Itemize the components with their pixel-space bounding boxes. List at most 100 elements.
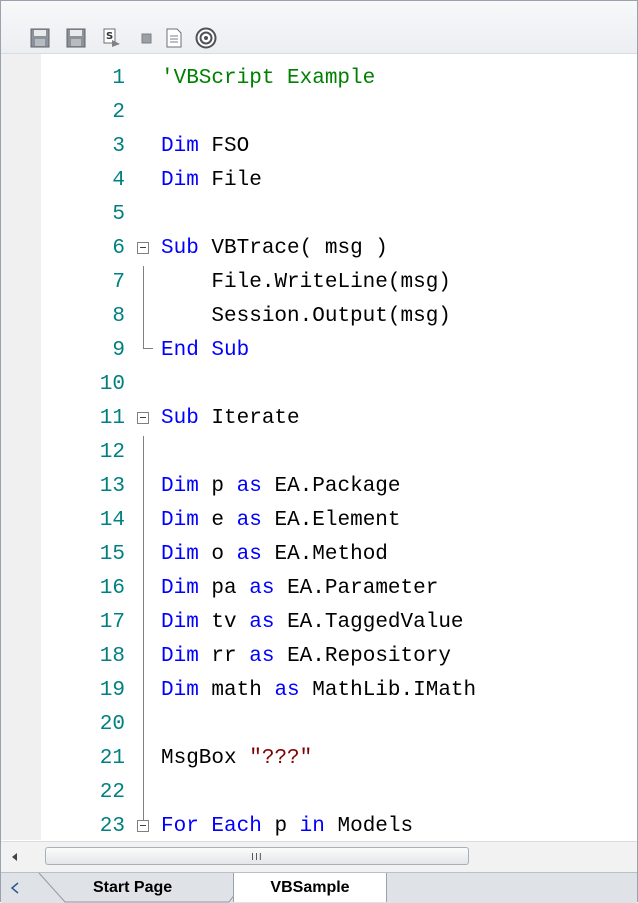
line-number: 10 xyxy=(99,373,125,396)
fold-guide xyxy=(143,538,144,572)
code-line[interactable]: 21 MsgBox "???" xyxy=(1,742,637,776)
code-text: Dim File xyxy=(161,169,262,192)
scroll-left-icon[interactable] xyxy=(5,848,25,866)
line-number: 7 xyxy=(112,271,125,294)
code-line[interactable]: 12 xyxy=(1,436,637,470)
tab-scroll-left-icon[interactable] xyxy=(7,880,23,896)
script-editor-window: S 1 'VBScript Example 2 3 Dim FSO 4 Dim … xyxy=(0,0,638,903)
line-number: 23 xyxy=(99,815,125,838)
code-text: MsgBox "???" xyxy=(161,747,313,770)
fold-guide xyxy=(143,300,144,334)
code-line[interactable]: 23 For Each p in Models xyxy=(1,810,637,840)
code-text: File.WriteLine(msg) xyxy=(211,271,451,294)
line-number: 11 xyxy=(99,407,125,430)
code-text: Dim pa as EA.Parameter xyxy=(161,577,439,600)
fold-guide xyxy=(143,810,144,820)
fold-guide xyxy=(143,640,144,674)
code-text: Sub VBTrace( msg ) xyxy=(161,237,388,260)
fold-guide xyxy=(143,606,144,640)
code-text: Session.Output(msg) xyxy=(211,305,451,328)
line-number: 12 xyxy=(99,441,125,464)
line-number: 4 xyxy=(112,169,125,192)
code-line[interactable]: 17 Dim tv as EA.TaggedValue xyxy=(1,606,637,640)
code-line[interactable]: 11 Sub Iterate xyxy=(1,402,637,436)
code-line[interactable]: 15 Dim o as EA.Method xyxy=(1,538,637,572)
code-text: 'VBScript Example xyxy=(161,67,376,90)
line-number: 5 xyxy=(112,203,125,226)
code-line[interactable]: 6 Sub VBTrace( msg ) xyxy=(1,232,637,266)
stop-icon[interactable] xyxy=(135,27,157,49)
fold-guide xyxy=(143,334,144,348)
code-text: For Each p in Models xyxy=(161,815,414,838)
code-line[interactable]: 22 xyxy=(1,776,637,810)
document-tab-bar: Start Page VBSample xyxy=(1,872,637,903)
code-text: Dim tv as EA.TaggedValue xyxy=(161,611,464,634)
line-number: 14 xyxy=(99,509,125,532)
fold-guide xyxy=(143,708,144,742)
code-line[interactable]: 5 xyxy=(1,198,637,232)
horizontal-scrollbar[interactable]: III xyxy=(1,841,637,872)
code-line[interactable]: 1 'VBScript Example xyxy=(1,62,637,96)
code-text: Dim e as EA.Element xyxy=(161,509,401,532)
line-number: 13 xyxy=(99,475,125,498)
fold-toggle-icon[interactable] xyxy=(137,820,149,832)
code-editor[interactable]: 1 'VBScript Example 2 3 Dim FSO 4 Dim Fi… xyxy=(1,54,637,840)
line-number: 21 xyxy=(99,747,125,770)
scrollbar-thumb[interactable]: III xyxy=(45,847,469,865)
code-line[interactable]: 7 File.WriteLine(msg) xyxy=(1,266,637,300)
fold-toggle-icon[interactable] xyxy=(137,242,149,254)
fold-guide-end xyxy=(143,348,153,349)
line-number: 18 xyxy=(99,645,125,668)
line-number: 19 xyxy=(99,679,125,702)
code-line[interactable]: 16 Dim pa as EA.Parameter xyxy=(1,572,637,606)
code-text: Sub Iterate xyxy=(161,407,300,430)
code-line[interactable]: 8 Session.Output(msg) xyxy=(1,300,637,334)
line-number: 1 xyxy=(112,67,125,90)
line-number: 3 xyxy=(112,135,125,158)
code-line[interactable]: 2 xyxy=(1,96,637,130)
fold-guide xyxy=(143,742,144,776)
document-icon[interactable] xyxy=(163,27,185,49)
code-line[interactable]: 14 Dim e as EA.Element xyxy=(1,504,637,538)
tab-vbsample[interactable]: VBSample xyxy=(233,873,387,902)
line-number: 2 xyxy=(112,101,125,124)
code-text: Dim rr as EA.Repository xyxy=(161,645,451,668)
code-line[interactable]: 18 Dim rr as EA.Repository xyxy=(1,640,637,674)
code-text: Dim p as EA.Package xyxy=(161,475,401,498)
code-lines: 1 'VBScript Example 2 3 Dim FSO 4 Dim Fi… xyxy=(1,62,637,840)
tab-start-page[interactable]: Start Page xyxy=(38,873,249,903)
fold-guide xyxy=(143,776,144,810)
line-number: 9 xyxy=(112,339,125,362)
line-number: 15 xyxy=(99,543,125,566)
fold-guide xyxy=(143,572,144,606)
save-as-icon[interactable] xyxy=(65,27,87,49)
code-text: Dim o as EA.Method xyxy=(161,543,388,566)
code-line[interactable]: 20 xyxy=(1,708,637,742)
fold-guide xyxy=(143,266,144,300)
tab-label: Start Page xyxy=(93,878,173,896)
tab-label: VBSample xyxy=(270,878,350,896)
editor-toolbar: S xyxy=(1,1,637,54)
scrollbar-grip: III xyxy=(251,852,263,863)
save-icon[interactable] xyxy=(29,27,51,49)
fold-guide xyxy=(143,436,144,470)
line-number: 8 xyxy=(112,305,125,328)
code-line[interactable]: 10 xyxy=(1,368,637,402)
code-line[interactable]: 13 Dim p as EA.Package xyxy=(1,470,637,504)
line-number: 22 xyxy=(99,781,125,804)
code-line[interactable]: 3 Dim FSO xyxy=(1,130,637,164)
code-text: Dim FSO xyxy=(161,135,250,158)
code-line[interactable]: 19 Dim math as MathLib.IMath xyxy=(1,674,637,708)
code-text: End Sub xyxy=(161,339,250,362)
code-line[interactable]: 4 Dim File xyxy=(1,164,637,198)
fold-guide xyxy=(143,470,144,504)
code-line[interactable]: 9 End Sub xyxy=(1,334,637,368)
fold-toggle-icon[interactable] xyxy=(137,412,149,424)
line-number: 16 xyxy=(99,577,125,600)
fold-guide xyxy=(143,674,144,708)
help-icon[interactable] xyxy=(195,27,217,49)
line-number: 20 xyxy=(99,713,125,736)
code-text: Dim math as MathLib.IMath xyxy=(161,679,477,702)
run-script-icon[interactable]: S xyxy=(101,27,123,49)
fold-guide xyxy=(143,504,144,538)
